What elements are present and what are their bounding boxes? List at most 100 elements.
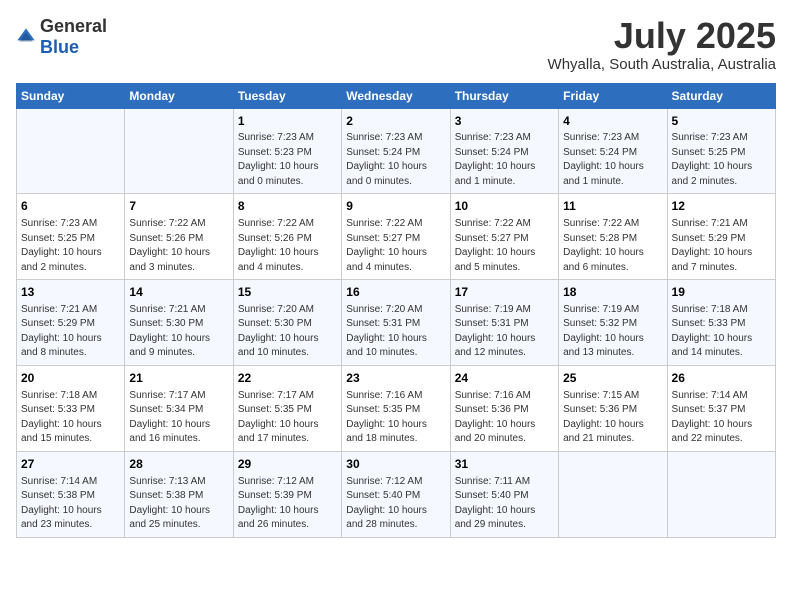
calendar-cell: 6 Sunrise: 7:23 AM Sunset: 5:25 PM Daylig… <box>17 194 125 280</box>
day-info: Sunrise: 7:22 AM Sunset: 5:27 PM Dayligh… <box>455 217 554 275</box>
week-row-1: 1Sunrise: 7:23 AM Sunset: 5:23 PM Daylig… <box>17 108 776 194</box>
day-info: Sunrise: 7:13 AM Sunset: 5:38 PM Dayligh… <box>129 475 228 533</box>
day-info: Sunrise: 7:23 AM Sunset: 5:24 PM Dayligh… <box>346 131 445 189</box>
logo: General Blue <box>16 16 107 58</box>
weekday-header-saturday: Saturday <box>667 83 775 108</box>
day-info: Sunrise: 7:17 AM Sunset: 5:34 PM Dayligh… <box>129 389 228 447</box>
day-info: Sunrise: 7:12 AM Sunset: 5:40 PM Dayligh… <box>346 475 445 533</box>
day-info: Sunrise: 7:21 AM Sunset: 5:30 PM Dayligh… <box>129 303 228 361</box>
calendar-cell: 13 Sunrise: 7:21 AM Sunset: 5:29 PM Dayli… <box>17 280 125 366</box>
calendar-cell: 15 Sunrise: 7:20 AM Sunset: 5:30 PM Dayli… <box>233 280 341 366</box>
header: General Blue July 2025 Whyalla, South Au… <box>16 16 776 73</box>
day-number: 29 <box>238 456 337 473</box>
day-number: 23 <box>346 370 445 387</box>
calendar-cell: 14 Sunrise: 7:21 AM Sunset: 5:30 PM Dayli… <box>125 280 233 366</box>
day-info: Sunrise: 7:16 AM Sunset: 5:35 PM Dayligh… <box>346 389 445 447</box>
calendar-cell: 18Sunrise: 7:19 AM Sunset: 5:32 PM Dayli… <box>559 280 667 366</box>
calendar-cell: 20Sunrise: 7:18 AM Sunset: 5:33 PM Dayli… <box>17 365 125 451</box>
weekday-header-friday: Friday <box>559 83 667 108</box>
day-number: 25 <box>563 370 662 387</box>
calendar-cell <box>667 451 775 537</box>
calendar-cell: 10 Sunrise: 7:22 AM Sunset: 5:27 PM Dayli… <box>450 194 558 280</box>
day-number: 11 <box>563 198 662 215</box>
day-number: 27 <box>21 456 120 473</box>
day-info: Sunrise: 7:21 AM Sunset: 5:29 PM Dayligh… <box>672 217 771 275</box>
day-info: Sunrise: 7:22 AM Sunset: 5:27 PM Dayligh… <box>346 217 445 275</box>
location-title: Whyalla, South Australia, Australia <box>548 56 776 73</box>
calendar-cell: 24Sunrise: 7:16 AM Sunset: 5:36 PM Dayli… <box>450 365 558 451</box>
day-number: 19 <box>672 284 771 301</box>
day-info: Sunrise: 7:23 AM Sunset: 5:24 PM Dayligh… <box>455 131 554 189</box>
day-number: 10 <box>455 198 554 215</box>
day-number: 13 <box>21 284 120 301</box>
day-info: Sunrise: 7:23 AM Sunset: 5:24 PM Dayligh… <box>563 131 662 189</box>
day-number: 6 <box>21 198 120 215</box>
day-info: Sunrise: 7:23 AM Sunset: 5:25 PM Dayligh… <box>672 131 771 189</box>
calendar-cell: 17Sunrise: 7:19 AM Sunset: 5:31 PM Dayli… <box>450 280 558 366</box>
calendar-cell: 27 Sunrise: 7:14 AM Sunset: 5:38 PM Dayli… <box>17 451 125 537</box>
calendar-cell: 3Sunrise: 7:23 AM Sunset: 5:24 PM Daylig… <box>450 108 558 194</box>
calendar-cell: 5Sunrise: 7:23 AM Sunset: 5:25 PM Daylig… <box>667 108 775 194</box>
weekday-header-row: SundayMondayTuesdayWednesdayThursdayFrid… <box>17 83 776 108</box>
day-info: Sunrise: 7:20 AM Sunset: 5:31 PM Dayligh… <box>346 303 445 361</box>
day-number: 21 <box>129 370 228 387</box>
day-number: 18 <box>563 284 662 301</box>
weekday-header-wednesday: Wednesday <box>342 83 450 108</box>
week-row-3: 13 Sunrise: 7:21 AM Sunset: 5:29 PM Dayli… <box>17 280 776 366</box>
title-section: July 2025 Whyalla, South Australia, Aust… <box>548 16 776 73</box>
calendar-cell: 1Sunrise: 7:23 AM Sunset: 5:23 PM Daylig… <box>233 108 341 194</box>
day-number: 22 <box>238 370 337 387</box>
month-title: July 2025 <box>548 16 776 56</box>
day-number: 1 <box>238 113 337 130</box>
calendar-table: SundayMondayTuesdayWednesdayThursdayFrid… <box>16 83 776 538</box>
day-info: Sunrise: 7:17 AM Sunset: 5:35 PM Dayligh… <box>238 389 337 447</box>
calendar-cell <box>125 108 233 194</box>
logo-icon <box>16 27 36 47</box>
calendar-cell: 16 Sunrise: 7:20 AM Sunset: 5:31 PM Dayli… <box>342 280 450 366</box>
week-row-4: 20Sunrise: 7:18 AM Sunset: 5:33 PM Dayli… <box>17 365 776 451</box>
week-row-5: 27 Sunrise: 7:14 AM Sunset: 5:38 PM Dayli… <box>17 451 776 537</box>
week-row-2: 6 Sunrise: 7:23 AM Sunset: 5:25 PM Daylig… <box>17 194 776 280</box>
day-info: Sunrise: 7:19 AM Sunset: 5:31 PM Dayligh… <box>455 303 554 361</box>
day-info: Sunrise: 7:22 AM Sunset: 5:26 PM Dayligh… <box>129 217 228 275</box>
weekday-header-monday: Monday <box>125 83 233 108</box>
calendar-cell: 31 Sunrise: 7:11 AM Sunset: 5:40 PM Dayli… <box>450 451 558 537</box>
day-number: 7 <box>129 198 228 215</box>
day-info: Sunrise: 7:23 AM Sunset: 5:25 PM Dayligh… <box>21 217 120 275</box>
day-info: Sunrise: 7:14 AM Sunset: 5:37 PM Dayligh… <box>672 389 771 447</box>
day-info: Sunrise: 7:16 AM Sunset: 5:36 PM Dayligh… <box>455 389 554 447</box>
day-info: Sunrise: 7:12 AM Sunset: 5:39 PM Dayligh… <box>238 475 337 533</box>
day-number: 4 <box>563 113 662 130</box>
logo-text-general: General <box>40 16 107 36</box>
day-info: Sunrise: 7:11 AM Sunset: 5:40 PM Dayligh… <box>455 475 554 533</box>
calendar-cell: 25Sunrise: 7:15 AM Sunset: 5:36 PM Dayli… <box>559 365 667 451</box>
calendar-cell: 26 Sunrise: 7:14 AM Sunset: 5:37 PM Dayli… <box>667 365 775 451</box>
calendar-cell: 9Sunrise: 7:22 AM Sunset: 5:27 PM Daylig… <box>342 194 450 280</box>
day-info: Sunrise: 7:14 AM Sunset: 5:38 PM Dayligh… <box>21 475 120 533</box>
calendar-cell: 2Sunrise: 7:23 AM Sunset: 5:24 PM Daylig… <box>342 108 450 194</box>
calendar-cell <box>17 108 125 194</box>
calendar-cell: 21 Sunrise: 7:17 AM Sunset: 5:34 PM Dayli… <box>125 365 233 451</box>
day-number: 15 <box>238 284 337 301</box>
logo-text-blue: Blue <box>40 37 79 57</box>
calendar-cell: 11Sunrise: 7:22 AM Sunset: 5:28 PM Dayli… <box>559 194 667 280</box>
day-number: 2 <box>346 113 445 130</box>
calendar-cell: 28Sunrise: 7:13 AM Sunset: 5:38 PM Dayli… <box>125 451 233 537</box>
day-number: 20 <box>21 370 120 387</box>
calendar-cell: 12Sunrise: 7:21 AM Sunset: 5:29 PM Dayli… <box>667 194 775 280</box>
day-info: Sunrise: 7:18 AM Sunset: 5:33 PM Dayligh… <box>672 303 771 361</box>
calendar-cell: 7 Sunrise: 7:22 AM Sunset: 5:26 PM Daylig… <box>125 194 233 280</box>
weekday-header-tuesday: Tuesday <box>233 83 341 108</box>
day-number: 16 <box>346 284 445 301</box>
weekday-header-sunday: Sunday <box>17 83 125 108</box>
day-number: 26 <box>672 370 771 387</box>
day-number: 3 <box>455 113 554 130</box>
day-info: Sunrise: 7:21 AM Sunset: 5:29 PM Dayligh… <box>21 303 120 361</box>
day-info: Sunrise: 7:20 AM Sunset: 5:30 PM Dayligh… <box>238 303 337 361</box>
calendar-cell <box>559 451 667 537</box>
day-number: 31 <box>455 456 554 473</box>
day-number: 14 <box>129 284 228 301</box>
day-number: 5 <box>672 113 771 130</box>
day-info: Sunrise: 7:22 AM Sunset: 5:26 PM Dayligh… <box>238 217 337 275</box>
calendar-cell: 8Sunrise: 7:22 AM Sunset: 5:26 PM Daylig… <box>233 194 341 280</box>
